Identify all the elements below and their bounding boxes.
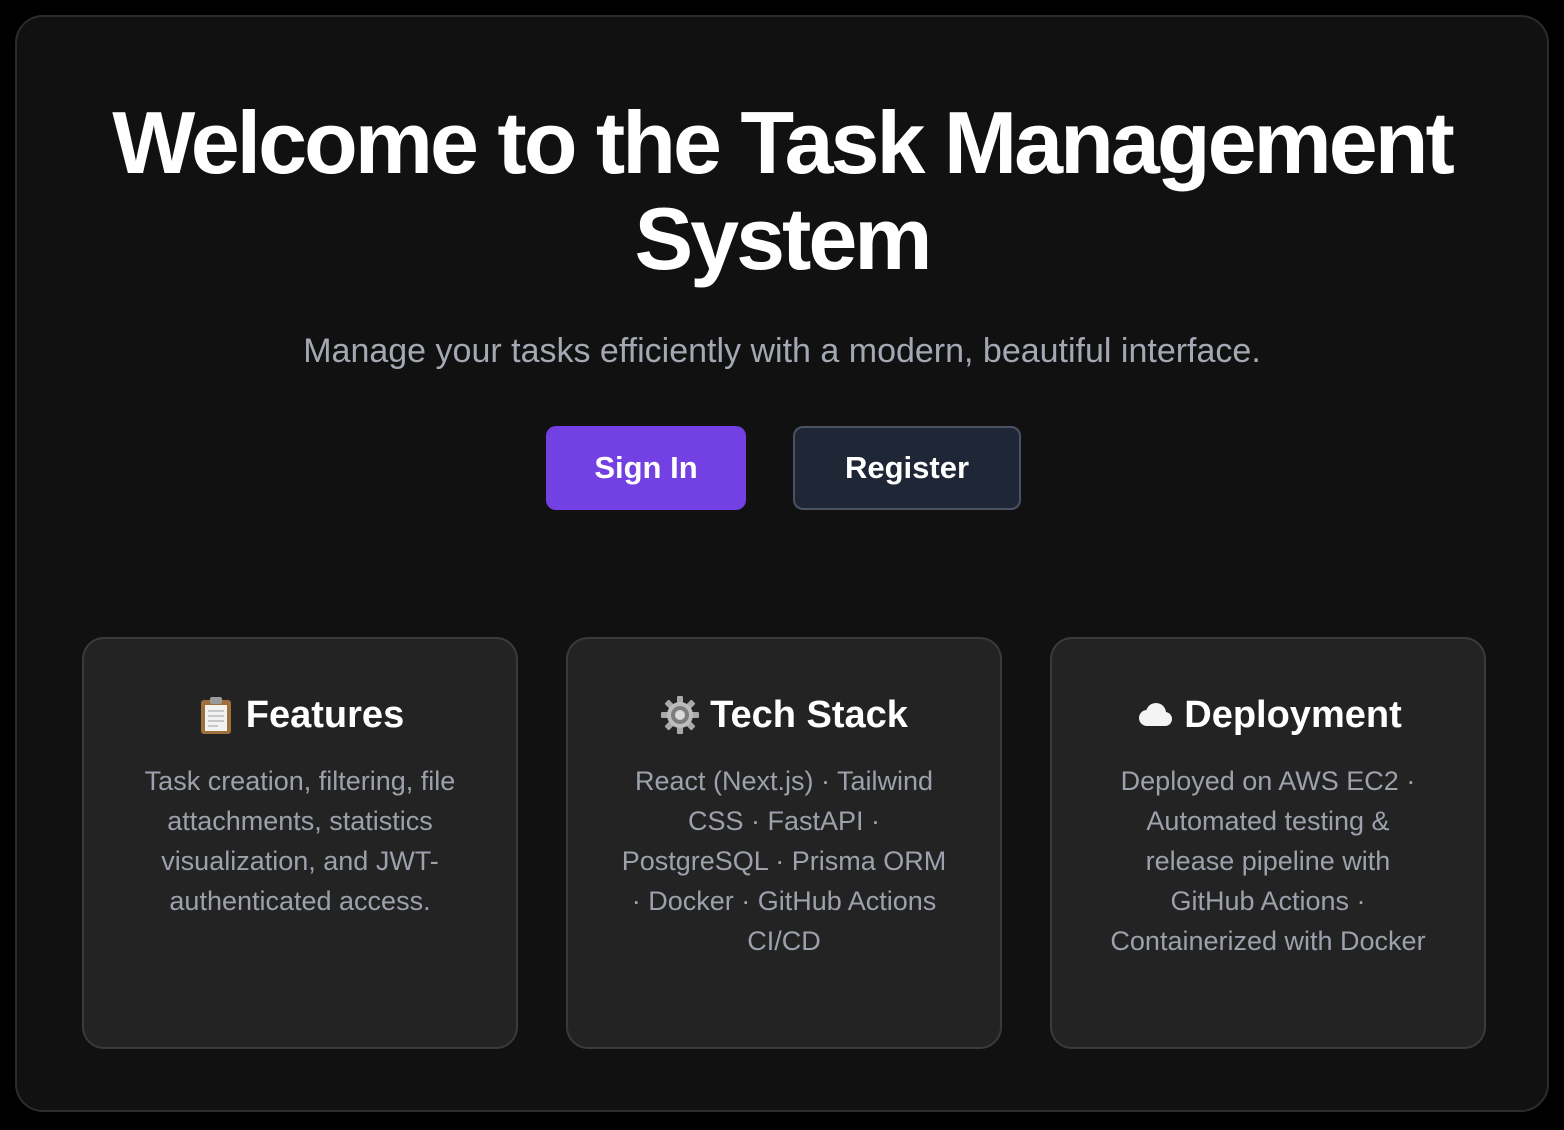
clipboard-icon <box>196 693 236 737</box>
page-subtitle: Manage your tasks efficiently with a mod… <box>303 332 1261 370</box>
features-card-title: Features <box>245 694 405 736</box>
deployment-card-title: Deployment <box>1184 694 1402 736</box>
page-title: Welcome to the Task Management System <box>112 93 1455 288</box>
tech-stack-card-heading: Tech Stack <box>568 691 1000 739</box>
features-card: Features Task creation, filtering, file … <box>82 637 518 1049</box>
tech-stack-card-text: React (Next.js) · Tailwind CSS · FastAPI… <box>621 766 947 956</box>
cloud-icon <box>1134 693 1174 737</box>
tech-stack-card: Tech Stack React (Next.js) · Tailwind CS… <box>566 637 1002 1049</box>
sign-in-button[interactable]: Sign In <box>546 426 746 510</box>
features-card-heading: Features <box>84 691 516 739</box>
deployment-card-heading: Deployment <box>1052 691 1484 739</box>
features-card-text: Task creation, filtering, file attachmen… <box>144 766 456 916</box>
register-button[interactable]: Register <box>793 426 1021 510</box>
welcome-panel: Welcome to the Task Management System Ma… <box>15 15 1549 1112</box>
deployment-card: Deployment Deployed on AWS EC2 · Automat… <box>1050 637 1486 1049</box>
tech-stack-card-title: Tech Stack <box>710 694 908 736</box>
deployment-card-text: Deployed on AWS EC2 · Automated testing … <box>1110 766 1426 956</box>
gear-icon <box>660 693 700 737</box>
